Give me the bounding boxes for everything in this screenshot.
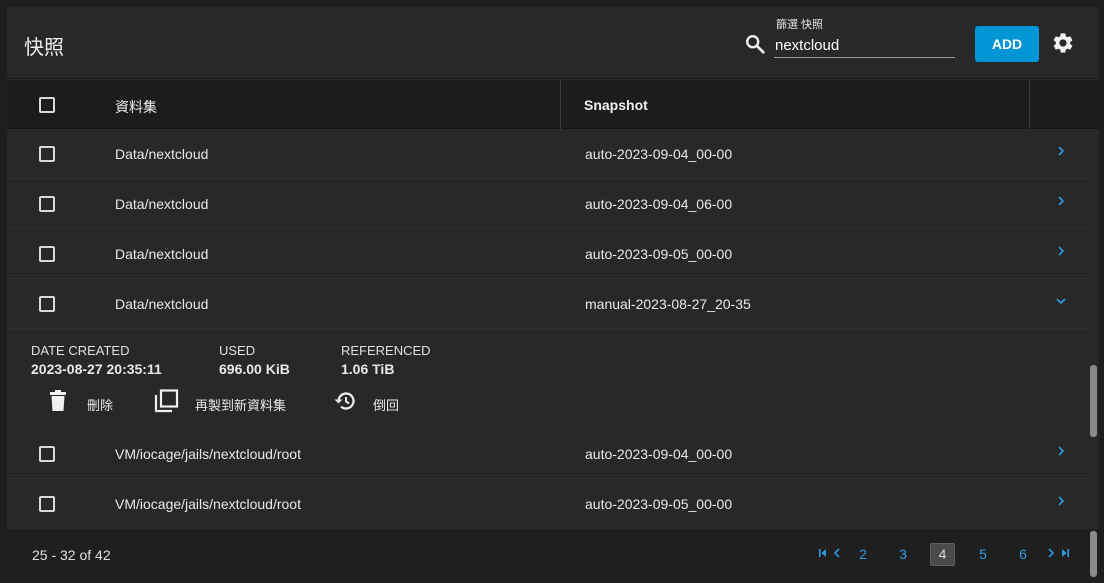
table-header: 資料集 Snapshot [7,80,1099,129]
delete-button[interactable]: 刪除 [47,387,127,417]
table-row[interactable]: VM/iocage/jails/nextcloud/root auto-2023… [7,479,1089,528]
table-row[interactable]: Data/nextcloud auto-2023-09-05_00-00 [7,229,1089,279]
row-checkbox[interactable] [39,296,55,312]
column-header-dataset[interactable]: 資料集 [115,97,157,117]
paginator: 25 - 32 of 42 2 3 4 5 6 [7,529,1099,579]
card-header: 快照 篩選 快照 ADD [7,7,1099,79]
row-checkbox[interactable] [39,246,55,262]
settings-gear-icon[interactable] [1051,31,1075,55]
table-row[interactable]: VM/iocage/jails/nextcloud/root auto-2023… [7,429,1089,479]
column-divider [1029,80,1030,129]
copy-icon [154,389,179,413]
table-row[interactable]: Data/nextcloud auto-2023-09-04_00-00 [7,129,1089,179]
column-divider [560,80,561,129]
page-button-3[interactable]: 3 [893,546,913,562]
used-value: 696.00 KiB [219,361,290,377]
delete-label: 刪除 [87,398,114,413]
history-icon [334,392,355,410]
select-all-checkbox[interactable] [39,97,55,113]
chevron-down-icon[interactable] [1055,295,1067,307]
page-button-5[interactable]: 5 [973,546,993,562]
page-range-label: 25 - 32 of 42 [32,547,111,563]
dataset-cell: VM/iocage/jails/nextcloud/root [115,496,301,512]
trash-icon [50,390,66,411]
table-row[interactable]: Data/nextcloud auto-2023-09-04_06-00 [7,179,1089,229]
search-icon [746,35,765,54]
row-checkbox[interactable] [39,446,55,462]
chevron-right-icon[interactable] [1055,445,1067,457]
chevron-right-icon[interactable] [1055,195,1067,207]
snapshot-cell: auto-2023-09-04_06-00 [585,196,733,212]
dataset-cell: Data/nextcloud [115,196,209,212]
filter-input[interactable] [774,34,955,58]
column-header-snapshot[interactable]: Snapshot [584,97,648,113]
page-button-4-current[interactable]: 4 [930,543,955,566]
used-label: USED [219,343,256,358]
dataset-cell: Data/nextcloud [115,146,209,162]
chevron-right-icon[interactable] [1055,245,1067,257]
previous-page-icon[interactable] [832,548,842,558]
row-checkbox[interactable] [39,146,55,162]
snapshot-cell: auto-2023-09-04_00-00 [585,146,733,162]
snapshot-detail-panel: DATE CREATED 2023-08-27 20:35:11 USED 69… [7,329,1089,429]
rollback-button[interactable]: 倒回 [333,387,413,417]
table-scrollbar[interactable] [1090,365,1097,437]
snapshots-card: 快照 篩選 快照 ADD 資料集 Snapshot Data/nextcloud… [7,7,1099,579]
page-title: 快照 [24,37,64,59]
page-button-2[interactable]: 2 [853,546,873,562]
snapshot-cell: auto-2023-09-05_00-00 [585,496,733,512]
snapshot-cell: auto-2023-09-04_00-00 [585,446,733,462]
snapshot-cell: auto-2023-09-05_00-00 [585,246,733,262]
referenced-label: REFERENCED [341,343,431,358]
dataset-cell: Data/nextcloud [115,296,209,312]
footer-scrollbar[interactable] [1090,531,1097,577]
first-page-icon[interactable] [818,548,828,558]
dataset-cell: Data/nextcloud [115,246,209,262]
rollback-label: 倒回 [373,398,400,413]
date-created-label: DATE CREATED [31,343,130,358]
table-row-expanded[interactable]: Data/nextcloud manual-2023-08-27_20-35 [7,279,1089,329]
clone-label: 再製到新資料集 [195,398,287,413]
row-checkbox[interactable] [39,196,55,212]
add-button[interactable]: ADD [975,26,1039,62]
chevron-right-icon[interactable] [1055,145,1067,157]
clone-to-new-dataset-button[interactable]: 再製到新資料集 [154,387,304,417]
chevron-right-icon[interactable] [1055,495,1067,507]
dataset-cell: VM/iocage/jails/nextcloud/root [115,446,301,462]
filter-label: 篩選 快照 [776,19,824,31]
snapshot-cell: manual-2023-08-27_20-35 [585,296,751,312]
next-page-icon[interactable] [1046,548,1056,558]
last-page-icon[interactable] [1060,548,1070,558]
date-created-value: 2023-08-27 20:35:11 [31,361,162,377]
referenced-value: 1.06 TiB [341,361,395,377]
page-button-6[interactable]: 6 [1013,546,1033,562]
row-checkbox[interactable] [39,496,55,512]
